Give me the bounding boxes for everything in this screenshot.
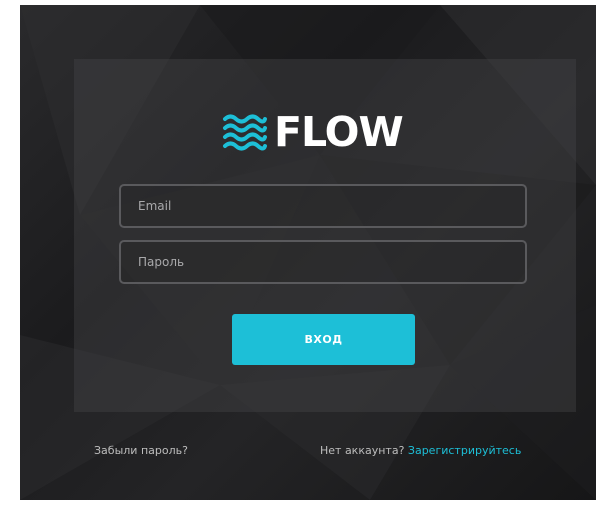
login-panel: FLOW ВХОД (74, 59, 576, 412)
brand-name: FLOW (274, 108, 404, 156)
waves-icon (223, 114, 267, 151)
password-field[interactable] (119, 240, 527, 284)
no-account-text: Нет аккаунта? (320, 444, 405, 457)
register-link[interactable]: Зарегистрируйтесь (408, 444, 521, 457)
login-screen: FLOW ВХОД Забыли пароль? Нет аккаунта? З… (20, 5, 596, 500)
register-prompt: Нет аккаунта? Зарегистрируйтесь (320, 443, 521, 459)
login-button[interactable]: ВХОД (232, 314, 415, 365)
forgot-password-link[interactable]: Забыли пароль? (94, 443, 188, 459)
email-field[interactable] (119, 184, 527, 228)
brand-logo: FLOW (222, 108, 404, 156)
